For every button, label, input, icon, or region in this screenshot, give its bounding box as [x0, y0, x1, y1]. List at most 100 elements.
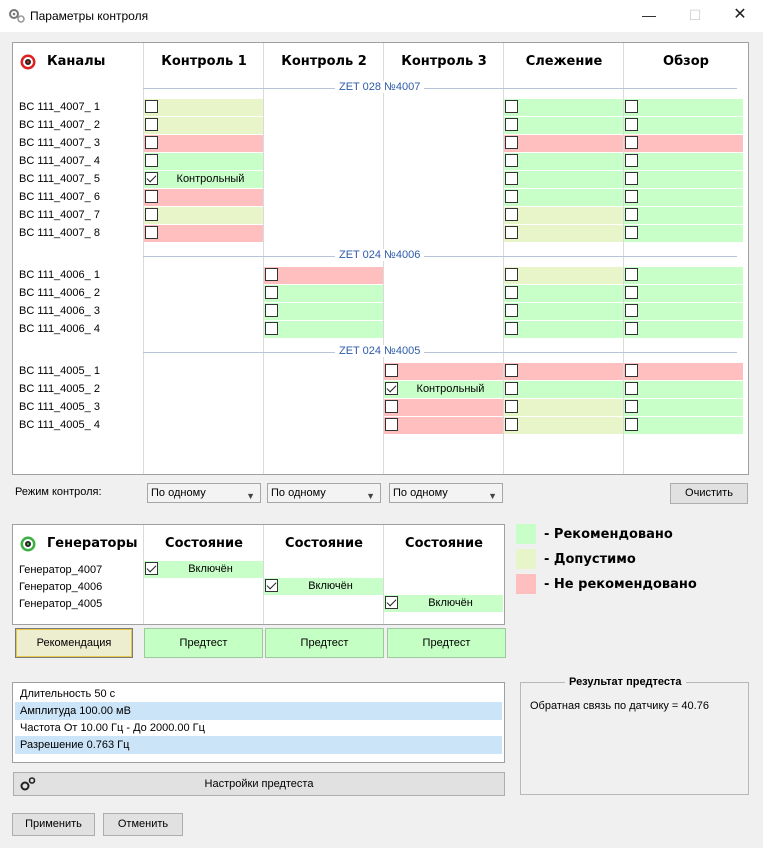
checkbox[interactable]	[625, 136, 638, 149]
checkbox[interactable]	[625, 100, 638, 113]
checkbox[interactable]	[145, 118, 158, 131]
pretest-button-3[interactable]: Предтест	[387, 628, 506, 658]
mode-select-1[interactable]: По одному ▼	[147, 483, 261, 503]
overview-cell	[624, 267, 743, 284]
checkbox[interactable]	[385, 364, 398, 377]
channel-label: BC 111_4006_ 4	[19, 323, 100, 335]
recommendation-button[interactable]: Рекомендация	[15, 628, 133, 658]
pretest-info-list[interactable]: Длительность 50 с Амплитуда 100.00 мВ Ча…	[12, 682, 505, 763]
checkbox[interactable]	[145, 100, 158, 113]
checkbox[interactable]	[505, 154, 518, 167]
checkbox[interactable]	[145, 172, 158, 185]
control-cell	[144, 117, 263, 134]
tracking-cell	[504, 189, 623, 206]
header-control-2: Контроль 2	[281, 54, 367, 69]
channel-label: BC 111_4007_ 5	[19, 173, 100, 185]
checkbox[interactable]	[505, 268, 518, 281]
checkbox[interactable]	[265, 304, 278, 317]
overview-cell	[624, 321, 743, 338]
pretest-settings-button[interactable]: Настройки предтеста	[13, 772, 505, 796]
checkbox[interactable]	[265, 286, 278, 299]
checkbox[interactable]	[265, 579, 278, 592]
mode-select-3[interactable]: По одному ▼	[389, 483, 503, 503]
minimize-button[interactable]: —	[626, 0, 672, 32]
title-bar: Параметры контроля — ☐ ✕	[0, 0, 763, 32]
checkbox[interactable]	[145, 562, 158, 575]
checkbox[interactable]	[625, 286, 638, 299]
checkbox[interactable]	[505, 304, 518, 317]
checkbox[interactable]	[505, 382, 518, 395]
list-item[interactable]: Амплитуда 100.00 мВ	[15, 702, 502, 720]
clear-button[interactable]: Очистить	[670, 483, 748, 504]
checkbox[interactable]	[505, 286, 518, 299]
checkbox[interactable]	[625, 364, 638, 377]
checkbox[interactable]	[625, 304, 638, 317]
overview-cell	[624, 135, 743, 152]
checkbox[interactable]	[385, 596, 398, 609]
checkbox[interactable]	[625, 400, 638, 413]
cancel-button[interactable]: Отменить	[103, 813, 183, 836]
list-item[interactable]: Разрешение 0.763 Гц	[15, 736, 502, 754]
control-cell	[144, 189, 263, 206]
control-cell: Контрольный	[144, 171, 263, 188]
checkbox[interactable]	[265, 322, 278, 335]
checkbox[interactable]	[625, 172, 638, 185]
pretest-button-2[interactable]: Предтест	[265, 628, 384, 658]
apply-button[interactable]: Применить	[12, 813, 95, 836]
checkbox[interactable]	[385, 418, 398, 431]
control-cell	[144, 135, 263, 152]
close-button[interactable]: ✕	[717, 0, 763, 32]
checkbox[interactable]	[505, 100, 518, 113]
tracking-cell	[504, 135, 623, 152]
channel-label: BC 111_4007_ 3	[19, 137, 100, 149]
generator-state-text: Включён	[188, 563, 233, 575]
channel-label: BC 111_4007_ 6	[19, 191, 100, 203]
list-item[interactable]: Длительность 50 с	[15, 685, 502, 703]
control-cell	[384, 399, 503, 416]
channel-label: BC 111_4005_ 1	[19, 365, 100, 377]
overview-cell	[624, 171, 743, 188]
channel-label: BC 111_4007_ 8	[19, 227, 100, 239]
checkbox[interactable]	[145, 226, 158, 239]
checkbox[interactable]	[625, 208, 638, 221]
checkbox[interactable]	[505, 172, 518, 185]
checkbox[interactable]	[505, 418, 518, 431]
checkbox[interactable]	[625, 226, 638, 239]
generator-state-text: Включён	[428, 597, 473, 609]
checkbox[interactable]	[505, 400, 518, 413]
checkbox[interactable]	[505, 208, 518, 221]
pretest-button-1[interactable]: Предтест	[144, 628, 263, 658]
legend-acceptable: - Допустимо	[544, 552, 636, 567]
checkbox[interactable]	[265, 268, 278, 281]
checkbox[interactable]	[145, 136, 158, 149]
list-item[interactable]: Частота От 10.00 Гц - До 2000.00 Гц	[15, 719, 502, 737]
checkbox[interactable]	[625, 268, 638, 281]
overview-cell	[624, 153, 743, 170]
checkbox[interactable]	[625, 382, 638, 395]
overview-cell	[624, 417, 743, 434]
result-text: Обратная связь по датчику = 40.76	[530, 700, 709, 712]
checkbox[interactable]	[385, 382, 398, 395]
checkbox[interactable]	[625, 118, 638, 131]
checkbox[interactable]	[505, 118, 518, 131]
mode-select-2[interactable]: По одному ▼	[267, 483, 381, 503]
group-separator	[143, 88, 737, 89]
checkbox[interactable]	[145, 190, 158, 203]
channels-panel: Каналы Контроль 1 Контроль 2 Контроль 3 …	[12, 42, 749, 475]
checkbox[interactable]	[505, 190, 518, 203]
result-group	[520, 682, 749, 795]
checkbox[interactable]	[625, 322, 638, 335]
checkbox[interactable]	[625, 418, 638, 431]
checkbox[interactable]	[505, 364, 518, 377]
checkbox[interactable]	[145, 208, 158, 221]
checkbox[interactable]	[625, 190, 638, 203]
checkbox[interactable]	[385, 400, 398, 413]
checkbox[interactable]	[505, 322, 518, 335]
generators-panel: Генераторы Состояние Состояние Состояние…	[12, 524, 505, 625]
checkbox[interactable]	[625, 154, 638, 167]
control-cell	[144, 153, 263, 170]
generator-state-cell: Включён	[264, 578, 383, 595]
checkbox[interactable]	[505, 226, 518, 239]
checkbox[interactable]	[505, 136, 518, 149]
checkbox[interactable]	[145, 154, 158, 167]
